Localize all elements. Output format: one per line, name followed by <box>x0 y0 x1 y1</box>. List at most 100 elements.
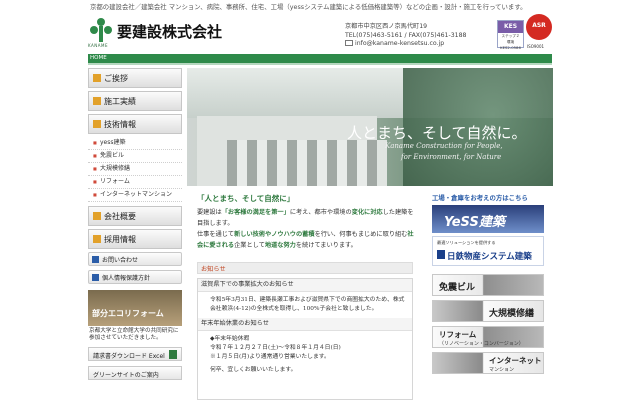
inquiry-label: お問い合わせ <box>102 257 139 264</box>
menu-recruit[interactable]: 採用情報 <box>88 229 182 249</box>
download-label: 請求書ダウンロード Excel <box>93 353 165 360</box>
cat-seismic[interactable]: 免震ビル <box>432 274 544 296</box>
hero-building-windows <box>227 140 387 186</box>
menu-square-icon <box>93 74 101 82</box>
text: を続けてまいります。 <box>295 242 357 249</box>
menu-label: ご挨拶 <box>104 74 128 83</box>
menu-square-icon <box>93 212 101 220</box>
kes-mark: KES <box>498 21 523 33</box>
text: 企業として <box>234 242 265 249</box>
yess-banner[interactable]: YeSS建築 <box>432 205 544 233</box>
news-line: ※１月５日(月)より通常通り営業いたします。 <box>210 354 330 360</box>
cat-internet[interactable]: インターネット マンション <box>432 352 544 374</box>
news-line: 令和７年１２月２７日(土)～令和８年１月４日(日) <box>210 345 341 351</box>
address-block: 京都市中京区西ノ京馬代町19 TEL(075)463-5161 / FAX(07… <box>345 23 466 40</box>
hero-slogan: 人とまち、そして自然に。 <box>347 124 527 142</box>
intro-paragraph-1: 要建設は「お客様の満足を第一」に考え、都市や環境の変化に対応した建築を目指します… <box>197 207 417 229</box>
hero-english-1: Kaname Construction for People, <box>385 142 503 150</box>
menu-tech[interactable]: 技術情報 <box>88 114 182 134</box>
cat-reform[interactable]: リフォーム （リノベーション・コンバージョン） <box>432 326 544 348</box>
right-column: 工場・倉庫をお考えの方はこちら YeSS建築 最適ソリューションを提供する 日鉄… <box>432 193 552 378</box>
nittetsu-logo-icon <box>437 250 445 259</box>
tech-submenu: yess建築 免震ビル 大規模修繕 リフォーム インターネットマンション <box>88 137 182 202</box>
document-icon <box>92 274 99 281</box>
cat-label: インターネット <box>489 356 542 365</box>
yess-banner-text: YeSS建築 <box>444 215 505 230</box>
news-line: 何卒、宜しくお願いいたします。 <box>210 367 297 373</box>
mail-icon <box>92 256 99 263</box>
cat-sub: （リノベーション・コンバージョン） <box>439 341 524 347</box>
intro-paragraph-2: 仕事を通じて新しい技術やノウハウの蓄積を行い、何事もまじめに取り組む社会に愛され… <box>197 229 417 251</box>
asr-mark: ASR <box>532 22 546 29</box>
menu-label: 会社概要 <box>104 212 136 221</box>
news-line: ◆年末年始休暇 <box>210 336 250 342</box>
privacy-button[interactable]: 個人情報保護方針 <box>88 270 182 284</box>
intro-title: 「人とまち、そして自然に」 <box>197 194 295 203</box>
kes-number: KES2-0586 <box>500 45 521 50</box>
news-heading: お知らせ <box>197 262 413 274</box>
cat-label: リフォーム <box>439 330 477 339</box>
submenu-yess[interactable]: yess建築 <box>88 137 182 150</box>
eco-banner-text: 部分エコリフォーム <box>92 309 164 318</box>
submenu-repair[interactable]: 大規模修繕 <box>88 163 182 176</box>
highlight: 地道な努力 <box>264 242 296 249</box>
excel-icon <box>169 350 177 359</box>
green-site-label: グリーンサイトのご案内 <box>93 372 159 379</box>
news-item-body: 令和5年3月31日、建築長瀬工事および滋賀県下での商圏拡大のため、株式会社赖浜(… <box>210 297 405 312</box>
hero-image: 人とまち、そして自然に。 Kaname Construction for Peo… <box>187 68 553 186</box>
sidebar: ご挨拶 施工実績 技術情報 yess建築 免震ビル 大規模修繕 リフォーム イン… <box>88 68 182 380</box>
menu-square-icon <box>93 235 101 243</box>
factory-heading: 工場・倉庫をお考えの方はこちら <box>432 194 528 202</box>
cat-label: 大規模修繕 <box>489 309 535 319</box>
privacy-label: 個人情報保護方針 <box>102 275 151 282</box>
submenu-reform[interactable]: リフォーム <box>88 176 182 189</box>
menu-works[interactable]: 施工実績 <box>88 91 182 111</box>
kes-badge: KES ステップ２ 環境 KES2-0586 <box>497 20 524 50</box>
address: 京都市中京区西ノ京馬代町19 <box>345 23 428 30</box>
menu-label: 採用情報 <box>104 235 136 244</box>
nav-divider <box>88 63 552 65</box>
menu-label: 技術情報 <box>104 120 136 129</box>
news-item-title[interactable]: 滋賀県下での事業拡大のお知らせ <box>198 279 412 292</box>
download-button[interactable]: 請求書ダウンロード Excel <box>88 347 182 361</box>
nittetsu-banner[interactable]: 最適ソリューションを提供する 日鉄物産システム建築 <box>432 236 544 266</box>
text: 仕事を通じて <box>197 231 235 238</box>
news-item-body: ◆年末年始休暇 令和７年１２月２７日(土)～令和８年１月４日(日) ※１月５日(… <box>198 331 412 379</box>
menu-greeting[interactable]: ご挨拶 <box>88 68 182 88</box>
email-link[interactable]: info@kaname-kensetsu.co.jp <box>345 40 444 47</box>
email-text[interactable]: info@kaname-kensetsu.co.jp <box>355 40 444 47</box>
kes-text: ステップ２ 環境 <box>501 34 524 44</box>
submenu-internet[interactable]: インターネットマンション <box>88 189 182 202</box>
eco-reform-banner[interactable]: 部分エコリフォーム <box>88 290 182 326</box>
eco-note: 京都大学と立命館大学の共同研究に参加させていただきました。 <box>89 328 179 341</box>
highlight: 「お客様の満足を第一」 <box>221 209 290 216</box>
asr-sub: ISO9001 <box>527 44 545 49</box>
news-box[interactable]: 滋賀県下での事業拡大のお知らせ 令和5年3月31日、建築長瀬工事および滋賀県下で… <box>197 278 413 400</box>
hero-english-2: for Environment, for Nature <box>401 153 502 161</box>
intro-section: 「人とまち、そして自然に」 要建設は「お客様の満足を第一」に考え、都市や環境の変… <box>197 193 417 251</box>
menu-square-icon <box>93 120 101 128</box>
company-name[interactable]: 要建設株式会社 <box>117 21 222 42</box>
home-link[interactable]: HOME <box>90 55 107 61</box>
cat-label: 免震ビル <box>439 283 476 293</box>
asr-badge: ASR <box>526 14 552 40</box>
menu-square-icon <box>93 97 101 105</box>
highlight: 変化に対応 <box>351 209 383 216</box>
company-logo-icon[interactable] <box>88 16 114 44</box>
cat-sub: マンション <box>489 367 515 373</box>
news-item-title[interactable]: 年末年始休業のお知らせ <box>198 318 412 331</box>
text: を行い、何事もまじめに取り組む <box>314 231 408 238</box>
tel-fax: TEL(075)463-5161 / FAX(075)461-3188 <box>345 31 467 39</box>
highlight: 新しい技術やノウハウの蓄積 <box>234 231 315 238</box>
text: 要建設は <box>197 209 222 216</box>
nittetsu-main: 日鉄物産システム建築 <box>447 252 532 262</box>
menu-company[interactable]: 会社概要 <box>88 206 182 226</box>
text: に考え、都市や環境の <box>289 209 352 216</box>
top-nav-bar: HOME <box>88 54 552 63</box>
nittetsu-small: 最適ソリューションを提供する <box>437 240 496 245</box>
green-site-button[interactable]: グリーンサイトのご案内 <box>88 366 182 380</box>
submenu-seismic[interactable]: 免震ビル <box>88 150 182 163</box>
menu-label: 施工実績 <box>104 97 136 106</box>
cat-repair[interactable]: 大規模修繕 <box>432 300 544 322</box>
inquiry-button[interactable]: お問い合わせ <box>88 252 182 266</box>
